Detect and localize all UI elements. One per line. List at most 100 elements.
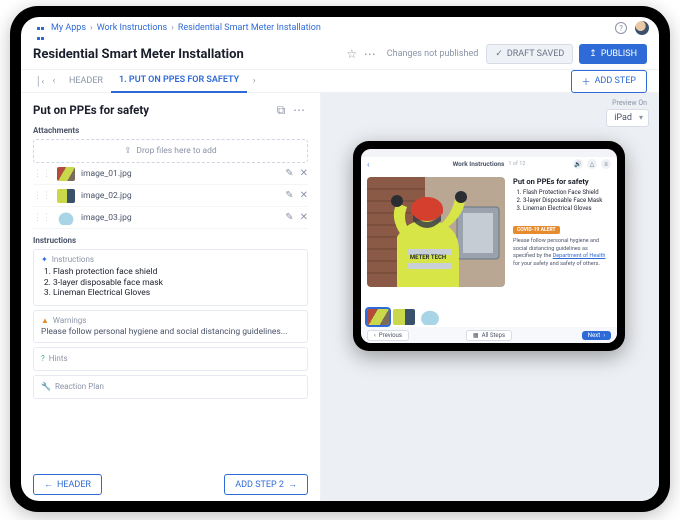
breadcrumb-current: Residential Smart Meter Installation (178, 23, 321, 33)
preview-thumb[interactable] (367, 309, 389, 325)
tab-header[interactable]: HEADER (61, 76, 111, 86)
tabs-next-icon[interactable]: › (247, 76, 261, 86)
prev-step-button[interactable]: ← HEADER (33, 474, 102, 495)
preview-allsteps-button[interactable]: ▦All Steps (466, 330, 512, 341)
preview-thumb[interactable] (419, 309, 441, 325)
editor-panel: Put on PPEs for safety ⧉ ⋯ Attachments ⇪… (21, 93, 321, 501)
tabs-first-icon[interactable]: │‹ (33, 76, 47, 87)
check-icon: ✓ (495, 49, 503, 59)
attachment-name: image_02.jpg (81, 191, 279, 201)
drag-handle-icon[interactable]: ⋮⋮ (33, 213, 51, 223)
attachment-row: ⋮⋮ image_02.jpg ✎ ✕ (33, 185, 308, 207)
preview-panel: Preview On iPad ‹ Work Instructions 1 of… (321, 93, 659, 501)
avatar[interactable] (635, 21, 649, 35)
draft-saved-button[interactable]: ✓ DRAFT SAVED (486, 44, 573, 64)
instruction-item: Flash protection face shield (53, 267, 300, 278)
step-more-icon[interactable]: ⋯ (290, 101, 308, 119)
preview-instruction-item: 3-layer Disposable Face Mask (523, 197, 609, 205)
delete-icon[interactable]: ✕ (300, 190, 308, 201)
sparkle-icon: ✦ (41, 255, 48, 264)
preview-device-select[interactable]: iPad (606, 109, 649, 127)
instruction-item: 3-layer disposable face mask (53, 278, 300, 289)
chevron-right-icon: › (90, 23, 93, 33)
plus-icon: ＋ (582, 75, 591, 88)
edit-icon[interactable]: ✎ (285, 168, 293, 179)
attachment-thumbnail[interactable] (57, 211, 75, 225)
drag-handle-icon[interactable]: ⋮⋮ (33, 191, 51, 201)
instructions-card[interactable]: ✦Instructions Flash protection face shie… (33, 249, 308, 306)
breadcrumb-workinstructions[interactable]: Work Instructions (97, 23, 167, 33)
preview-footer: ‹Previous ▦All Steps Next› (361, 327, 617, 343)
status-bar (361, 149, 617, 157)
grid-icon: ▦ (473, 332, 479, 339)
next-step-button[interactable]: ADD STEP 2 → (224, 474, 308, 495)
instructions-label: Instructions (33, 236, 308, 245)
preview-progress: 1 of 12 (508, 161, 525, 167)
preview-step-title: Put on PPEs for safety (513, 177, 609, 186)
changes-status: Changes not published (387, 49, 479, 59)
attachment-thumbnail[interactable] (57, 167, 75, 181)
instruction-item: Lineman Electrical Gloves (53, 288, 300, 299)
delete-icon[interactable]: ✕ (300, 168, 308, 179)
preview-image: METER TECH (367, 177, 505, 287)
chevron-left-icon: ‹ (374, 332, 376, 339)
warnings-card[interactable]: ▲Warnings Please follow personal hygiene… (33, 310, 308, 343)
help-icon[interactable]: ? (615, 22, 627, 34)
arrow-right-icon: → (288, 479, 297, 490)
back-icon[interactable]: ‹ (367, 160, 369, 169)
upload-icon: ⇪ (124, 146, 131, 156)
preview-prev-button[interactable]: ‹Previous (367, 330, 409, 341)
drag-handle-icon[interactable]: ⋮⋮ (33, 169, 51, 179)
arrow-left-icon: ← (44, 479, 53, 490)
preview-on-label: Preview On (612, 99, 647, 107)
preview-instruction-item: Lineman Electrical Gloves (523, 205, 609, 213)
attachments-dropzone[interactable]: ⇪ Drop files here to add (33, 139, 308, 163)
preview-instruction-item: Flash Protection Face Shield (523, 189, 609, 197)
preview-warning-text: Please follow personal hygiene and socia… (513, 238, 609, 268)
star-icon[interactable]: ☆ (343, 45, 361, 63)
tabs-prev-icon[interactable]: ‹ (47, 76, 61, 86)
preview-thumbnails (367, 309, 441, 325)
upload-icon: ↥ (589, 49, 597, 59)
preview-app-title: Work Instructions (453, 160, 505, 168)
breadcrumb-myapps[interactable]: My Apps (51, 23, 86, 33)
title-bar: Residential Smart Meter Installation ☆ ⋯… (21, 39, 659, 69)
preview-header: ‹ Work Instructions 1 of 12 🔊 △ ≡ (361, 157, 617, 171)
delete-icon[interactable]: ✕ (300, 212, 308, 223)
hint-icon: ? (41, 354, 45, 363)
attachment-row: ⋮⋮ image_01.jpg ✎ ✕ (33, 163, 308, 185)
preview-device-frame: ‹ Work Instructions 1 of 12 🔊 △ ≡ (353, 141, 625, 351)
dept-health-link[interactable]: Department of Health (553, 253, 606, 259)
step-title: Put on PPEs for safety (33, 103, 272, 117)
warning-text: Please follow personal hygiene and socia… (41, 327, 300, 337)
edit-icon[interactable]: ✎ (285, 212, 293, 223)
attachment-name: image_01.jpg (81, 169, 279, 179)
more-icon[interactable]: ⋯ (361, 45, 379, 63)
breadcrumb: My Apps › Work Instructions › Residentia… (21, 17, 659, 39)
menu-icon[interactable]: ≡ (601, 159, 611, 169)
hints-card[interactable]: ?Hints (33, 347, 308, 371)
attachments-label: Attachments (33, 126, 308, 135)
wrench-icon: 🔧 (41, 382, 51, 391)
chevron-right-icon: › (603, 332, 605, 339)
share-icon[interactable]: △ (587, 159, 597, 169)
preview-thumb[interactable] (393, 309, 415, 325)
reaction-plan-card[interactable]: 🔧Reaction Plan (33, 375, 308, 399)
attachment-thumbnail[interactable] (57, 189, 75, 203)
speaker-icon[interactable]: 🔊 (573, 159, 583, 169)
app-screen: My Apps › Work Instructions › Residentia… (21, 17, 659, 501)
edit-icon[interactable]: ✎ (285, 190, 293, 201)
attachment-row: ⋮⋮ image_03.jpg ✎ ✕ (33, 207, 308, 229)
device-frame-outer: My Apps › Work Instructions › Residentia… (10, 6, 670, 512)
attachment-name: image_03.jpg (81, 213, 279, 223)
vest-text: METER TECH (410, 254, 446, 261)
tab-step-1[interactable]: 1. PUT ON PPES FOR SAFETY (111, 69, 247, 93)
warning-icon: ▲ (41, 316, 49, 325)
step-tabs: │‹ ‹ HEADER 1. PUT ON PPES FOR SAFETY › … (21, 69, 659, 93)
publish-button[interactable]: ↥ PUBLISH (579, 44, 647, 64)
preview-next-button[interactable]: Next› (582, 331, 611, 340)
apps-grid-icon[interactable] (37, 24, 45, 32)
copy-icon[interactable]: ⧉ (272, 101, 290, 119)
covid-badge: COVID-19 ALERT (513, 226, 560, 234)
add-step-button[interactable]: ＋ ADD STEP (571, 70, 647, 93)
